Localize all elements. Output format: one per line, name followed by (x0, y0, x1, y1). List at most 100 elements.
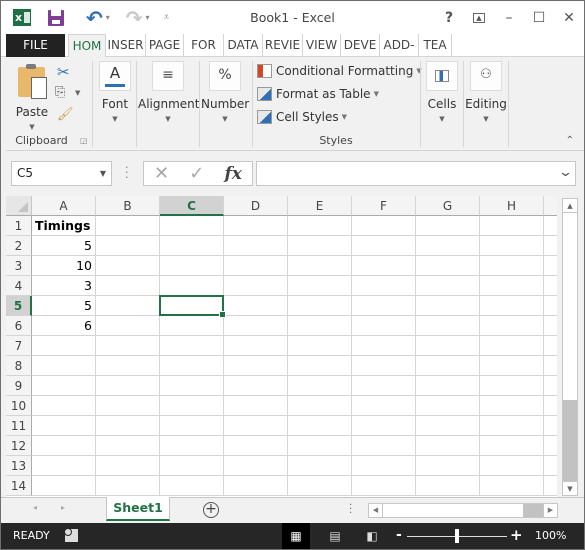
ribbon-display-options-icon[interactable]: ▲ (473, 12, 485, 23)
cell-h13[interactable] (480, 456, 544, 476)
row-header-11[interactable]: 11 (6, 416, 32, 436)
maximize-icon[interactable]: ☐ (524, 10, 554, 26)
cell-e3[interactable] (288, 256, 352, 276)
cell-g3[interactable] (416, 256, 480, 276)
tab-add-ins[interactable]: ADD- (380, 34, 419, 57)
cell-c11[interactable] (160, 416, 224, 436)
cell-a2[interactable]: 5 (32, 236, 96, 256)
cell-e10[interactable] (288, 396, 352, 416)
vertical-scroll-thumb[interactable] (563, 400, 577, 481)
cell-a7[interactable] (32, 336, 96, 356)
cell-c1[interactable] (160, 216, 224, 236)
vertical-scrollbar[interactable]: ▲ ▼ (562, 198, 578, 496)
cell-a9[interactable] (32, 376, 96, 396)
tab-home[interactable]: HOM (68, 34, 106, 58)
cell-partial[interactable] (544, 456, 557, 476)
tab-split-handle[interactable]: · · · (349, 501, 352, 519)
cell-c12[interactable] (160, 436, 224, 456)
cell-g5[interactable] (416, 296, 480, 316)
cell-b11[interactable] (96, 416, 160, 436)
cell-c10[interactable] (160, 396, 224, 416)
cell-h1[interactable] (480, 216, 544, 236)
cell-e6[interactable] (288, 316, 352, 336)
cell-a10[interactable] (32, 396, 96, 416)
cell-e8[interactable] (288, 356, 352, 376)
cell-c9[interactable] (160, 376, 224, 396)
row-header-7[interactable]: 7 (6, 336, 32, 356)
sheet-tab-sheet1[interactable]: Sheet1 (106, 497, 170, 521)
name-box[interactable]: C5 ▼ (11, 161, 112, 186)
collapse-ribbon-icon[interactable]: ⌃ (566, 135, 574, 146)
cell-g8[interactable] (416, 356, 480, 376)
conditional-formatting-button[interactable]: Conditional Formatting ▼ (257, 64, 422, 78)
cell-g6[interactable] (416, 316, 480, 336)
cell-h14[interactable] (480, 476, 544, 496)
cell-e13[interactable] (288, 456, 352, 476)
cell-b14[interactable] (96, 476, 160, 496)
cell-c3[interactable] (160, 256, 224, 276)
cell-d3[interactable] (224, 256, 288, 276)
cell-a11[interactable] (32, 416, 96, 436)
cell-e4[interactable] (288, 276, 352, 296)
cell-styles-button[interactable]: Cell Styles ▼ (257, 110, 347, 124)
cell-c2[interactable] (160, 236, 224, 256)
cell-c4[interactable] (160, 276, 224, 296)
cell-b10[interactable] (96, 396, 160, 416)
row-header-3[interactable]: 3 (6, 256, 32, 276)
cell-b13[interactable] (96, 456, 160, 476)
row-header-4[interactable]: 4 (6, 276, 32, 296)
cell-b9[interactable] (96, 376, 160, 396)
cell-d10[interactable] (224, 396, 288, 416)
cell-f11[interactable] (352, 416, 416, 436)
cell-e7[interactable] (288, 336, 352, 356)
cell-e5[interactable] (288, 296, 352, 316)
cell-g10[interactable] (416, 396, 480, 416)
cell-g12[interactable] (416, 436, 480, 456)
cell-h6[interactable] (480, 316, 544, 336)
scroll-right-icon[interactable]: ▶ (543, 504, 557, 517)
zoom-level[interactable]: 100% (535, 529, 566, 542)
formula-input[interactable]: ⌄ (256, 161, 576, 186)
tab-insert[interactable]: INSER (106, 34, 146, 57)
cell-partial[interactable] (544, 276, 557, 296)
cell-d11[interactable] (224, 416, 288, 436)
cell-partial[interactable] (544, 236, 557, 256)
column-header-h[interactable]: H (480, 196, 544, 216)
cell-h9[interactable] (480, 376, 544, 396)
cell-a4[interactable]: 3 (32, 276, 96, 296)
cell-g13[interactable] (416, 456, 480, 476)
scroll-left-icon[interactable]: ◀ (369, 504, 383, 517)
cell-c13[interactable] (160, 456, 224, 476)
cell-partial[interactable] (544, 476, 557, 496)
cell-g14[interactable] (416, 476, 480, 496)
scroll-up-icon[interactable]: ▲ (563, 199, 577, 213)
cell-d1[interactable] (224, 216, 288, 236)
row-header-14[interactable]: 14 (6, 476, 32, 496)
scroll-down-icon[interactable]: ▼ (563, 481, 577, 495)
spreadsheet-grid[interactable]: A B C D E F G H 1 Timings 2 5 3 10 4 3 5 5 6 6 7 8 9 10 11 12 13 14 (6, 196, 557, 497)
cell-h8[interactable] (480, 356, 544, 376)
copy-icon[interactable]: ⎘ (55, 85, 65, 100)
cell-b1[interactable] (96, 216, 160, 236)
cell-d14[interactable] (224, 476, 288, 496)
cell-f10[interactable] (352, 396, 416, 416)
normal-view-icon[interactable]: ▦ (282, 523, 310, 549)
cell-g1[interactable] (416, 216, 480, 236)
cell-h11[interactable] (480, 416, 544, 436)
row-header-10[interactable]: 10 (6, 396, 32, 416)
cell-e14[interactable] (288, 476, 352, 496)
cell-f2[interactable] (352, 236, 416, 256)
cell-b8[interactable] (96, 356, 160, 376)
cell-b6[interactable] (96, 316, 160, 336)
page-layout-view-icon[interactable]: ▤ (321, 523, 349, 549)
expand-formula-bar-icon[interactable]: ⌄ (558, 165, 573, 180)
cell-g11[interactable] (416, 416, 480, 436)
cell-h4[interactable] (480, 276, 544, 296)
cell-d13[interactable] (224, 456, 288, 476)
cell-e12[interactable] (288, 436, 352, 456)
cell-d7[interactable] (224, 336, 288, 356)
cell-h7[interactable] (480, 336, 544, 356)
tab-review[interactable]: REVIE (263, 34, 303, 57)
cell-a3[interactable]: 10 (32, 256, 96, 276)
row-header-9[interactable]: 9 (6, 376, 32, 396)
